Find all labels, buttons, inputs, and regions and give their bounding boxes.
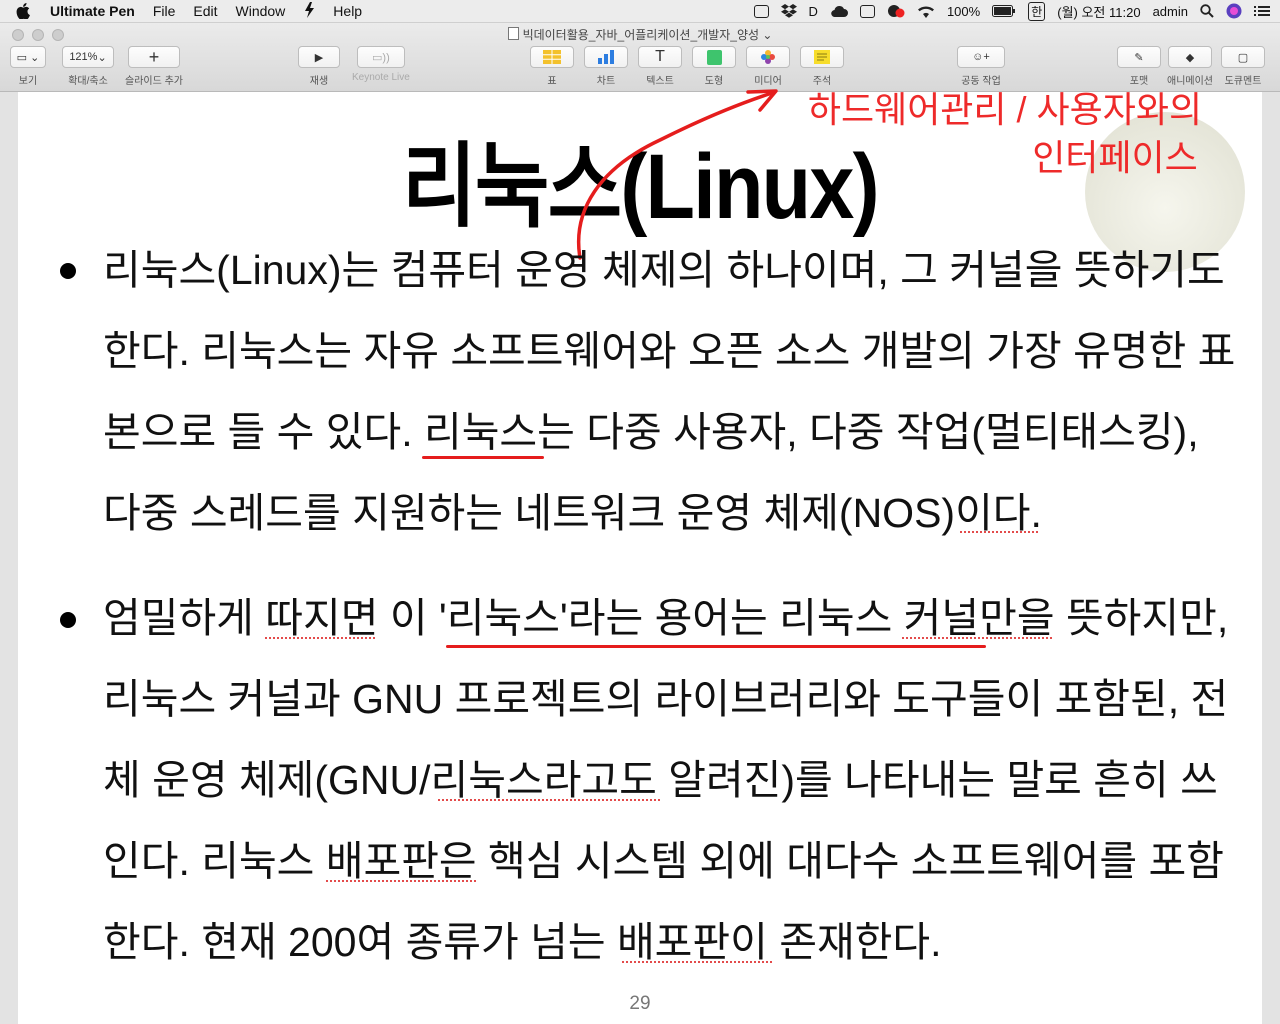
paragraph-2-line: 한다. 현재 200여 종류가 넘는 배포판이 존재한다. <box>103 919 942 965</box>
pen-underline-2 <box>446 645 986 648</box>
page-number: 29 <box>629 993 651 1014</box>
paragraph-2-line: 인다. 리눅스 배포판은 핵심 시스템 외에 대다수 소프트웨어를 포함 <box>103 838 1224 884</box>
spellcheck-underline <box>622 961 772 963</box>
bullet-2 <box>60 612 76 628</box>
pen-underline-1 <box>422 456 544 459</box>
spellcheck-underline <box>960 531 1038 533</box>
bullet-1 <box>60 263 76 279</box>
spellcheck-underline <box>326 880 476 882</box>
spellcheck-underline <box>438 799 660 801</box>
paragraph-1-line: 본으로 들 수 있다. 리눅스는 다중 사용자, 다중 작업(멀티태스킹), <box>103 409 1199 455</box>
paragraph-1-line: 한다. 리눅스는 자유 소프트웨어와 오픈 소스 개발의 가장 유명한 표 <box>103 328 1236 374</box>
spellcheck-underline <box>265 637 375 639</box>
paragraph-2-line: 체 운영 체제(GNU/리눅스라고도 알려진)를 나타내는 말로 흔히 쓰 <box>103 757 1218 803</box>
paragraph-1[interactable]: 리눅스(Linux)는 컴퓨터 운영 체제의 하나이며, 그 커널을 뜻하기도 … <box>103 230 1253 554</box>
paragraph-2-line: 리눅스 커널과 GNU 프로젝트의 라이브러리와 도구들이 포함된, 전 <box>103 676 1229 722</box>
spellcheck-underline <box>902 637 1052 639</box>
paragraph-1-line: 리눅스(Linux)는 컴퓨터 운영 체제의 하나이며, 그 커널을 뜻하기도 <box>103 247 1225 293</box>
paragraph-1-line: 다중 스레드를 지원하는 네트워크 운영 체제(NOS)이다. <box>103 490 1042 536</box>
